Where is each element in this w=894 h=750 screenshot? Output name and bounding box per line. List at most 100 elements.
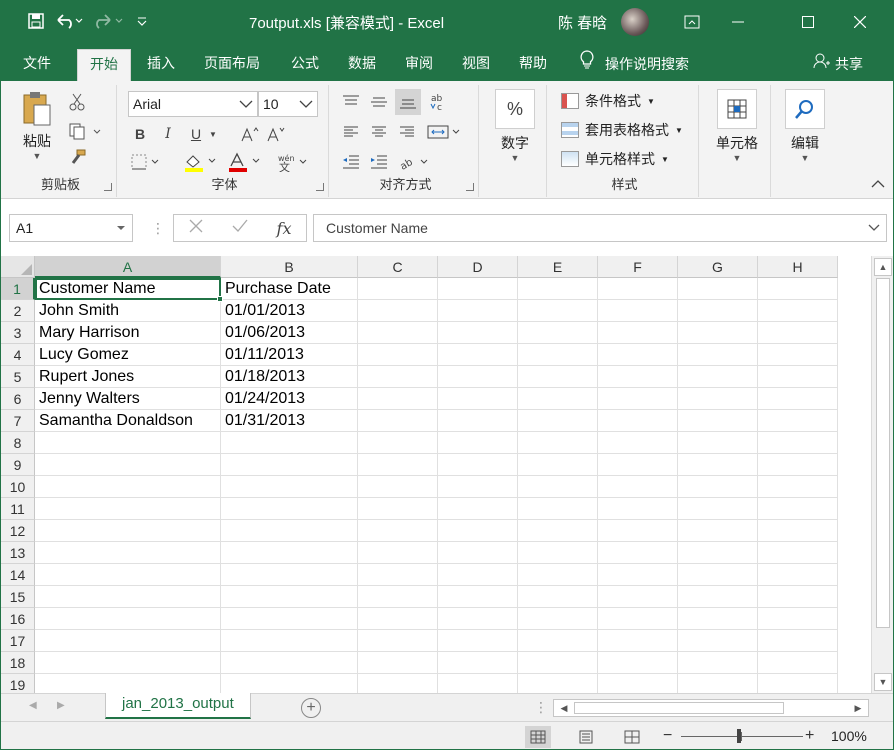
cell-e17[interactable] [518, 630, 598, 652]
cell-c15[interactable] [358, 586, 438, 608]
cell-d9[interactable] [438, 454, 518, 476]
row-header-10[interactable]: 10 [1, 476, 35, 498]
maximize-icon[interactable] [785, 1, 831, 43]
tab-insert[interactable]: 插入 [135, 49, 187, 81]
cell-c5[interactable] [358, 366, 438, 388]
tab-view[interactable]: 视图 [450, 49, 502, 81]
cell-c9[interactable] [358, 454, 438, 476]
cell-f18[interactable] [598, 652, 678, 674]
bold-button[interactable]: B [129, 123, 151, 145]
cell-d18[interactable] [438, 652, 518, 674]
cell-h14[interactable] [758, 564, 838, 586]
cell-d7[interactable] [438, 410, 518, 432]
cell-b9[interactable] [221, 454, 358, 476]
cell-g18[interactable] [678, 652, 758, 674]
cell-e15[interactable] [518, 586, 598, 608]
cell-a14[interactable] [35, 564, 221, 586]
chevron-down-icon[interactable] [868, 215, 880, 251]
name-box[interactable]: A1 [9, 214, 133, 242]
cell-g1[interactable] [678, 278, 758, 300]
cell-f8[interactable] [598, 432, 678, 454]
row-header-7[interactable]: 7 [1, 410, 35, 432]
cell-g7[interactable] [678, 410, 758, 432]
cell-c17[interactable] [358, 630, 438, 652]
font-size-select[interactable]: 10 [258, 91, 318, 117]
fill-handle[interactable] [217, 296, 223, 302]
column-header-h[interactable]: H [758, 256, 838, 278]
next-sheet-icon[interactable]: ▶ [57, 700, 65, 711]
user-name[interactable]: 陈 春晗 [558, 12, 607, 33]
row-header-11[interactable]: 11 [1, 498, 35, 520]
prev-sheet-icon[interactable]: ◀ [29, 700, 37, 711]
cell-b11[interactable] [221, 498, 358, 520]
paste-button[interactable]: 粘贴 ▼ [15, 91, 59, 161]
cell-h5[interactable] [758, 366, 838, 388]
column-header-f[interactable]: F [598, 256, 678, 278]
cell-a6[interactable]: Jenny Walters [35, 388, 221, 410]
cell-e10[interactable] [518, 476, 598, 498]
cell-a15[interactable] [35, 586, 221, 608]
format-as-table-button[interactable]: 套用表格格式 ▼ [561, 120, 683, 140]
cell-g15[interactable] [678, 586, 758, 608]
cell-f4[interactable] [598, 344, 678, 366]
cell-f5[interactable] [598, 366, 678, 388]
zoom-out-button[interactable]: − [663, 727, 672, 745]
formula-input[interactable]: Customer Name [313, 214, 887, 242]
cell-d3[interactable] [438, 322, 518, 344]
cell-b3[interactable]: 01/06/2013 [221, 322, 358, 344]
page-layout-view-icon[interactable] [573, 726, 599, 748]
avatar[interactable] [621, 8, 649, 36]
tab-review[interactable]: 审阅 [393, 49, 445, 81]
scroll-up-icon[interactable]: ▲ [874, 258, 892, 276]
cell-b7[interactable]: 01/31/2013 [221, 410, 358, 432]
cell-g13[interactable] [678, 542, 758, 564]
cell-h1[interactable] [758, 278, 838, 300]
cancel-icon[interactable] [189, 219, 203, 238]
cell-e18[interactable] [518, 652, 598, 674]
zoom-level[interactable]: 100% [831, 728, 867, 744]
alignment-launcher-icon[interactable] [466, 183, 474, 191]
align-middle-icon[interactable] [367, 91, 391, 113]
copy-icon[interactable] [65, 120, 105, 142]
cell-c4[interactable] [358, 344, 438, 366]
undo-icon[interactable] [49, 9, 89, 33]
tab-file[interactable]: 文件 [11, 49, 63, 81]
cell-c2[interactable] [358, 300, 438, 322]
cell-g6[interactable] [678, 388, 758, 410]
cell-f6[interactable] [598, 388, 678, 410]
cell-b15[interactable] [221, 586, 358, 608]
format-painter-icon[interactable] [65, 147, 89, 169]
cell-e1[interactable] [518, 278, 598, 300]
cell-e3[interactable] [518, 322, 598, 344]
splitter-dots-icon[interactable]: ⋮ [534, 699, 548, 716]
tab-page-layout[interactable]: 页面布局 [192, 49, 272, 81]
row-header-1[interactable]: 1 [1, 278, 35, 300]
minimize-icon[interactable] [715, 1, 761, 43]
column-header-d[interactable]: D [438, 256, 518, 278]
normal-view-icon[interactable] [525, 726, 551, 748]
cell-a18[interactable] [35, 652, 221, 674]
cell-h13[interactable] [758, 542, 838, 564]
cell-f12[interactable] [598, 520, 678, 542]
close-icon[interactable] [837, 1, 883, 43]
cell-f17[interactable] [598, 630, 678, 652]
row-header-6[interactable]: 6 [1, 388, 35, 410]
row-header-17[interactable]: 17 [1, 630, 35, 652]
cell-h16[interactable] [758, 608, 838, 630]
cell-b18[interactable] [221, 652, 358, 674]
cell-h7[interactable] [758, 410, 838, 432]
cell-h3[interactable] [758, 322, 838, 344]
cell-d10[interactable] [438, 476, 518, 498]
cell-d13[interactable] [438, 542, 518, 564]
cell-g8[interactable] [678, 432, 758, 454]
cell-c18[interactable] [358, 652, 438, 674]
tab-help[interactable]: 帮助 [507, 49, 559, 81]
cell-h17[interactable] [758, 630, 838, 652]
editing-button[interactable]: 编辑 ▼ [783, 89, 827, 163]
row-header-15[interactable]: 15 [1, 586, 35, 608]
column-header-b[interactable]: B [221, 256, 358, 278]
tell-me-search[interactable]: 操作说明搜索 [579, 49, 689, 79]
ribbon-display-options-icon[interactable] [669, 1, 715, 43]
cells-button[interactable]: 单元格 ▼ [715, 89, 759, 163]
cell-f11[interactable] [598, 498, 678, 520]
